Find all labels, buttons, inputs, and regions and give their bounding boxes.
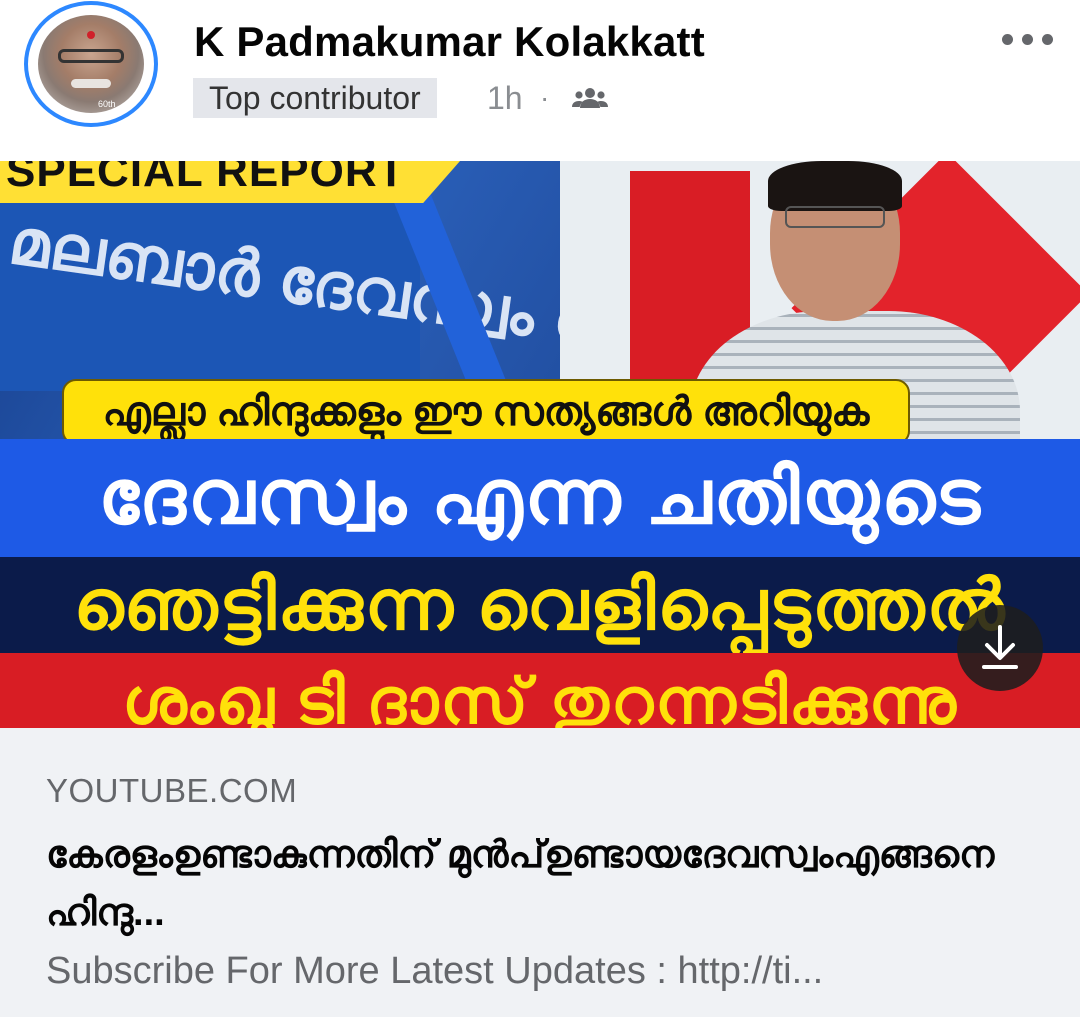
- headline-band-dark: ഞെട്ടിക്കുന്ന വെളിപ്പെടുത്തൽ: [0, 557, 1080, 653]
- headline-band-blue: ദേവസ്വം എന്ന ചതിയുടെ: [0, 439, 1080, 557]
- more-dot: [1042, 34, 1053, 45]
- meta-separator: ·: [540, 82, 550, 113]
- headline-line-3: ശംഖു ടി ദാസ് തുറന്നടിക്കുന്നു: [122, 665, 958, 728]
- avatar-tag: 60th: [98, 99, 116, 109]
- download-button[interactable]: [957, 605, 1043, 691]
- link-description: Subscribe For More Latest Updates : http…: [46, 950, 824, 992]
- avatar-photo: 60th: [38, 15, 144, 113]
- special-report-label: SPECIAL REPORT: [6, 161, 406, 196]
- top-contributor-badge[interactable]: Top contributor: [193, 78, 437, 118]
- author-name[interactable]: K Padmakumar Kolakkatt: [194, 18, 705, 66]
- post-time[interactable]: 1h: [487, 78, 523, 118]
- special-report-strip: SPECIAL REPORT: [0, 161, 460, 203]
- presenter-glasses: [785, 206, 885, 228]
- post-header: 60th K Padmakumar Kolakkatt Top contribu…: [0, 0, 1080, 160]
- friends-icon[interactable]: [571, 86, 609, 110]
- author-avatar[interactable]: 60th: [24, 1, 158, 127]
- more-dot: [1022, 34, 1033, 45]
- link-preview-card[interactable]: YOUTUBE.COM കേരളംഉണ്ടാകുന്നതിന് മുൻപ്ഉണ്…: [0, 728, 1080, 1017]
- link-domain: YOUTUBE.COM: [46, 772, 298, 809]
- more-options-icon[interactable]: [1000, 28, 1056, 50]
- bindi-mark: [87, 31, 95, 39]
- presenter-hair: [768, 161, 902, 211]
- thumbnail-banner: എല്ലാ ഹിന്ദുക്കളും ഈ സത്യങ്ങൾ അറിയുക: [62, 379, 910, 445]
- avatar-glasses: [58, 49, 124, 63]
- link-title[interactable]: കേരളംഉണ്ടാകുന്നതിന് മുൻപ്ഉണ്ടായദേവസ്വംഎങ…: [46, 826, 1046, 942]
- avatar-moustache: [71, 79, 111, 88]
- headline-line-1: ദേവസ്വം എന്ന ചതിയുടെ: [98, 455, 982, 540]
- headline-line-2: ഞെട്ടിക്കുന്ന വെളിപ്പെടുത്തൽ: [73, 566, 1007, 644]
- more-dot: [1002, 34, 1013, 45]
- download-icon: [982, 625, 1018, 669]
- headline-band-red: ശംഖു ടി ദാസ് തുറന്നടിക്കുന്നു: [0, 653, 1080, 728]
- video-thumbnail[interactable]: മലബാർ ദേവസ്വം ബോർഡ് SPECIAL REPORT എല്ലാ…: [0, 161, 1080, 728]
- banner-text: എല്ലാ ഹിന്ദുക്കളും ഈ സത്യങ്ങൾ അറിയുക: [102, 390, 870, 434]
- devaswom-board-sign: മലബാർ ദേവസ്വം ബോർഡ്: [0, 201, 836, 391]
